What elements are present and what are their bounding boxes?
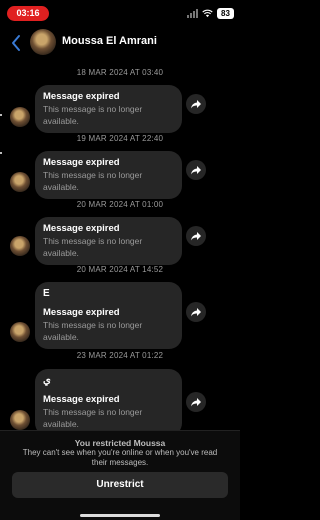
share-button[interactable]	[186, 226, 206, 246]
contact-name[interactable]: Moussa El Amrani	[62, 35, 157, 47]
expired-message-bubble[interactable]: Message expired This message is no longe…	[35, 217, 182, 265]
message-title: Message expired	[43, 91, 120, 102]
message-title: Message expired	[43, 223, 120, 234]
share-arrow-icon	[191, 308, 201, 317]
scroll-mark	[0, 114, 2, 116]
message-subtitle: This message is no longer available.	[43, 407, 143, 429]
status-bar: 03:16 83	[0, 0, 240, 26]
message-title: Message expired	[43, 394, 120, 405]
chevron-left-icon[interactable]	[10, 34, 22, 52]
share-arrow-icon	[191, 398, 201, 407]
restricted-title: You restricted Moussa	[74, 438, 166, 448]
status-icons: 83	[187, 7, 234, 20]
message-timestamp: 20 MAR 2024 AT 01:00	[76, 200, 164, 209]
message-timestamp: 20 MAR 2024 AT 14:52	[76, 265, 164, 274]
message-timestamp: 19 MAR 2024 AT 22:40	[76, 134, 164, 143]
battery-icon: 83	[217, 8, 234, 19]
message-subtitle: This message is no longer available.	[43, 170, 143, 192]
restricted-footer: You restricted Moussa They can't see whe…	[0, 430, 240, 520]
share-arrow-icon	[191, 232, 201, 241]
share-button[interactable]	[186, 94, 206, 114]
share-button[interactable]	[186, 302, 206, 322]
restricted-description: They can't see when you're online or whe…	[22, 448, 218, 467]
message-timestamp: 23 MAR 2024 AT 01:22	[76, 351, 164, 360]
expired-message-bubble[interactable]: Message expired This message is no longe…	[35, 151, 182, 199]
sender-avatar[interactable]	[10, 107, 30, 127]
expired-message-bubble[interactable]: E Message expired This message is no lon…	[35, 282, 182, 349]
message-text: E	[43, 288, 50, 299]
conversation-header: Moussa El Amrani	[0, 26, 240, 60]
message-subtitle: This message is no longer available.	[43, 104, 143, 126]
message-thread[interactable]: 18 MAR 2024 AT 03:40 Message expired Thi…	[0, 60, 240, 430]
sender-avatar[interactable]	[10, 172, 30, 192]
message-timestamp: 18 MAR 2024 AT 03:40	[76, 68, 164, 77]
share-button[interactable]	[186, 160, 206, 180]
share-button[interactable]	[186, 392, 206, 412]
sender-avatar[interactable]	[10, 410, 30, 430]
message-title: Message expired	[43, 307, 120, 318]
share-arrow-icon	[191, 100, 201, 109]
contact-avatar[interactable]	[30, 29, 56, 55]
share-arrow-icon	[191, 166, 201, 175]
sender-avatar[interactable]	[10, 322, 30, 342]
expired-message-bubble[interactable]: ي Message expired This message is no lon…	[35, 369, 182, 430]
message-text: ي	[43, 375, 51, 386]
unrestrict-button[interactable]: Unrestrict	[12, 472, 228, 498]
message-title: Message expired	[43, 157, 120, 168]
home-indicator	[80, 514, 160, 517]
sender-avatar[interactable]	[10, 236, 30, 256]
signal-icon	[187, 9, 198, 18]
expired-message-bubble[interactable]: Message expired This message is no longe…	[35, 85, 182, 133]
status-time: 03:16	[7, 6, 49, 21]
message-subtitle: This message is no longer available.	[43, 320, 143, 342]
scroll-mark	[0, 152, 2, 154]
message-subtitle: This message is no longer available.	[43, 236, 143, 258]
wifi-icon	[202, 9, 213, 18]
